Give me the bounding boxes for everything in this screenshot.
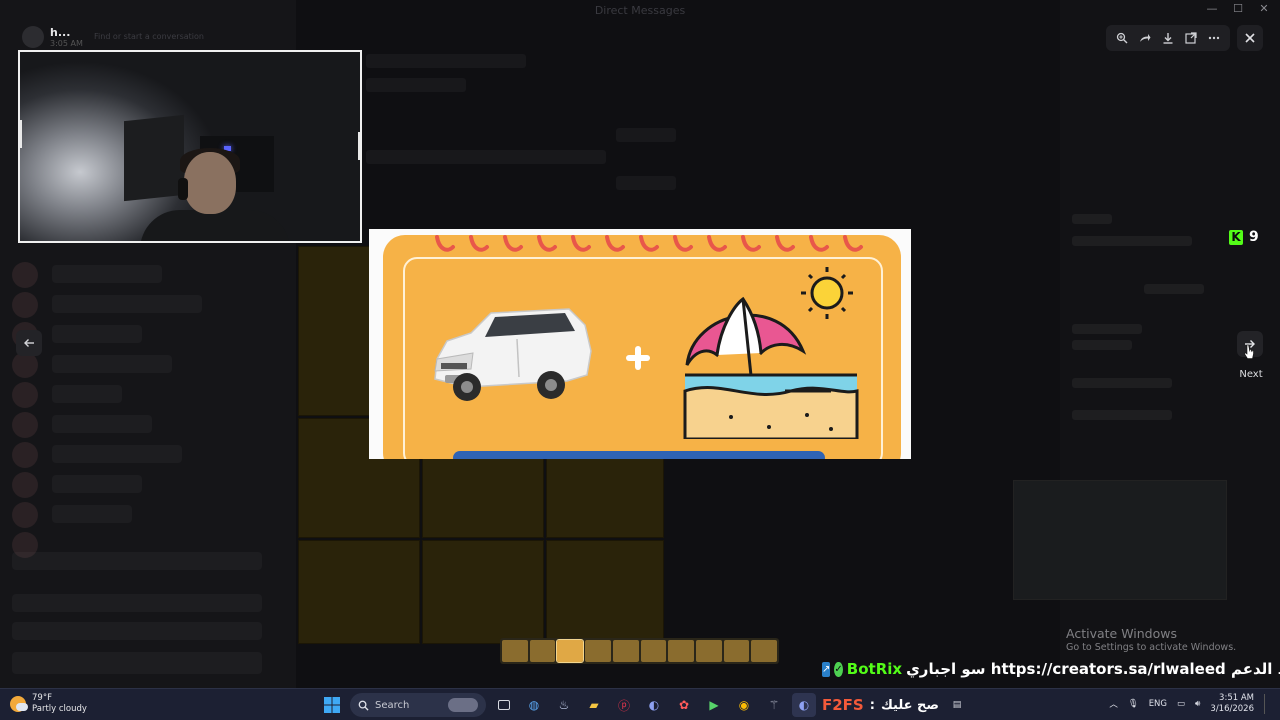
clock-time: 3:51 AM <box>1219 693 1254 703</box>
background-video-tile <box>1013 480 1227 600</box>
close-icon <box>1245 33 1255 43</box>
partly-cloudy-icon <box>10 696 28 712</box>
tray-app-icon[interactable]: ▤ <box>945 693 969 717</box>
server-icon <box>12 472 38 498</box>
overlay-text: صح عليك <box>880 697 939 713</box>
watermark-subtitle: Go to Settings to activate Windows. <box>1066 642 1237 653</box>
webcam-overlay <box>18 50 362 243</box>
maximize-icon[interactable]: ☐ <box>1232 3 1244 15</box>
thumbnail[interactable] <box>640 640 667 662</box>
user-name: h... <box>50 26 71 39</box>
discord-active-icon[interactable]: ◐ <box>792 693 816 717</box>
search-placeholder: Search <box>375 699 410 711</box>
forward-icon[interactable] <box>1136 29 1154 47</box>
weather-temp: 79°F <box>32 693 52 703</box>
weather-desc: Partly cloudy <box>32 704 87 714</box>
server-icon <box>12 502 38 528</box>
file-explorer-icon[interactable]: ▰ <box>582 693 606 717</box>
verified-icon: ✓ <box>834 661 843 677</box>
overlay-sep: : <box>869 697 875 713</box>
kick-badge: K 9 <box>1229 229 1259 245</box>
microphone-icon[interactable]: 🎙︎ <box>1128 699 1139 709</box>
game-app-icon[interactable]: ⚚ <box>762 693 786 717</box>
server-icon <box>12 382 38 408</box>
server-icon <box>12 292 38 318</box>
show-desktop-button[interactable] <box>1264 694 1268 714</box>
zoom-icon[interactable] <box>1113 29 1131 47</box>
close-window-icon[interactable]: ✕ <box>1258 3 1270 15</box>
window-controls: — ☐ ✕ <box>1206 3 1270 15</box>
thumbnail-strip <box>500 638 779 664</box>
ticker-bot-name: BotRix <box>846 660 903 678</box>
mouse-cursor-icon <box>1244 344 1254 359</box>
thumbnail[interactable] <box>502 640 528 662</box>
network-icon[interactable]: ▭ <box>1177 699 1185 709</box>
screen: Direct Messages — ☐ ✕ h... 3:05 AM Find … <box>0 0 1280 720</box>
car-icon <box>434 308 592 401</box>
image-viewer-toolbar <box>1106 25 1230 51</box>
thumbnail[interactable] <box>723 640 750 662</box>
system-tray: ︿ 🎙︎ ENG ▭ 🔊︎ 3:51 AM 3/16/2026 <box>1109 693 1268 715</box>
thumbnail[interactable] <box>751 640 778 662</box>
chevron-up-icon[interactable]: ︿ <box>1109 698 1118 710</box>
server-icon <box>12 262 38 288</box>
search-icon <box>358 700 369 711</box>
app-icon[interactable]: ✿ <box>672 693 696 717</box>
taskbar: 79°F Partly cloudy Search ◍ ♨ ▰ ⓟ ◐ ✿ ▶ … <box>0 688 1280 720</box>
avatar[interactable] <box>22 26 44 48</box>
notebook-rings-icon <box>435 235 863 252</box>
kick-count: 9 <box>1249 229 1259 245</box>
language-indicator[interactable]: ENG <box>1149 699 1167 709</box>
pin-icon: ↗ <box>822 661 831 677</box>
volume-icon[interactable]: 🔊︎ <box>1195 699 1200 709</box>
thumbnail[interactable] <box>585 640 611 662</box>
dm-user-header: h... 3:05 AM Find or start a conversatio… <box>18 24 318 50</box>
stream-ticker: ↗ ✓ BotRix : رابط الدعم https://creators… <box>822 657 1280 681</box>
message-time: 3:05 AM <box>50 39 83 48</box>
pinterest-icon[interactable]: ⓟ <box>612 693 636 717</box>
task-view-icon[interactable] <box>492 693 516 717</box>
previous-image-button[interactable] <box>16 330 42 356</box>
server-icon <box>12 442 38 468</box>
beach-umbrella-icon <box>683 267 859 439</box>
window-title: Direct Messages <box>594 4 686 17</box>
steam-icon[interactable]: ♨ <box>552 693 576 717</box>
server-icon <box>12 412 38 438</box>
discord-icon[interactable]: ◐ <box>642 693 666 717</box>
thumbnail[interactable] <box>668 640 694 662</box>
thumbnail[interactable] <box>529 640 556 662</box>
ticker-message: : رابط الدعم https://creators.sa/rlwalee… <box>906 660 1280 678</box>
overlay-brand: F2FS <box>822 696 864 714</box>
close-viewer-button[interactable] <box>1237 25 1263 51</box>
kick-logo-icon: K <box>1229 229 1243 245</box>
thumbnail[interactable] <box>612 640 639 662</box>
main-image <box>369 229 911 459</box>
open-external-icon[interactable] <box>1182 29 1200 47</box>
conversation-search[interactable]: Find or start a conversation <box>94 32 204 41</box>
edge-icon[interactable]: ◍ <box>522 693 546 717</box>
more-options-icon[interactable] <box>1205 29 1223 47</box>
chrome-icon[interactable]: ◉ <box>732 693 756 717</box>
image-footer-bar <box>453 451 825 459</box>
search-highlight-icon <box>448 698 478 712</box>
arrow-left-icon <box>24 339 34 347</box>
plus-icon <box>626 346 650 370</box>
minimize-icon[interactable]: — <box>1206 3 1218 15</box>
kick-app-icon[interactable]: ▶ <box>702 693 726 717</box>
clock-date: 3/16/2026 <box>1210 704 1254 714</box>
next-tooltip: Next <box>1239 369 1263 380</box>
thumbnail[interactable] <box>556 639 585 663</box>
watermark-title: Activate Windows <box>1066 626 1177 641</box>
thumbnail[interactable] <box>695 640 722 662</box>
clock[interactable]: 3:51 AM 3/16/2026 <box>1210 693 1254 715</box>
taskbar-apps: Search ◍ ♨ ▰ ⓟ ◐ ✿ ▶ ◉ ⚚ ◐ F2FS : صح علي… <box>320 693 969 717</box>
activate-windows-watermark: Activate Windows Go to Settings to activ… <box>1066 626 1276 653</box>
windows-start-icon[interactable] <box>320 693 344 717</box>
taskbar-search[interactable]: Search <box>350 693 486 717</box>
weather-widget[interactable]: 79°F Partly cloudy <box>10 693 87 715</box>
download-icon[interactable] <box>1159 29 1177 47</box>
